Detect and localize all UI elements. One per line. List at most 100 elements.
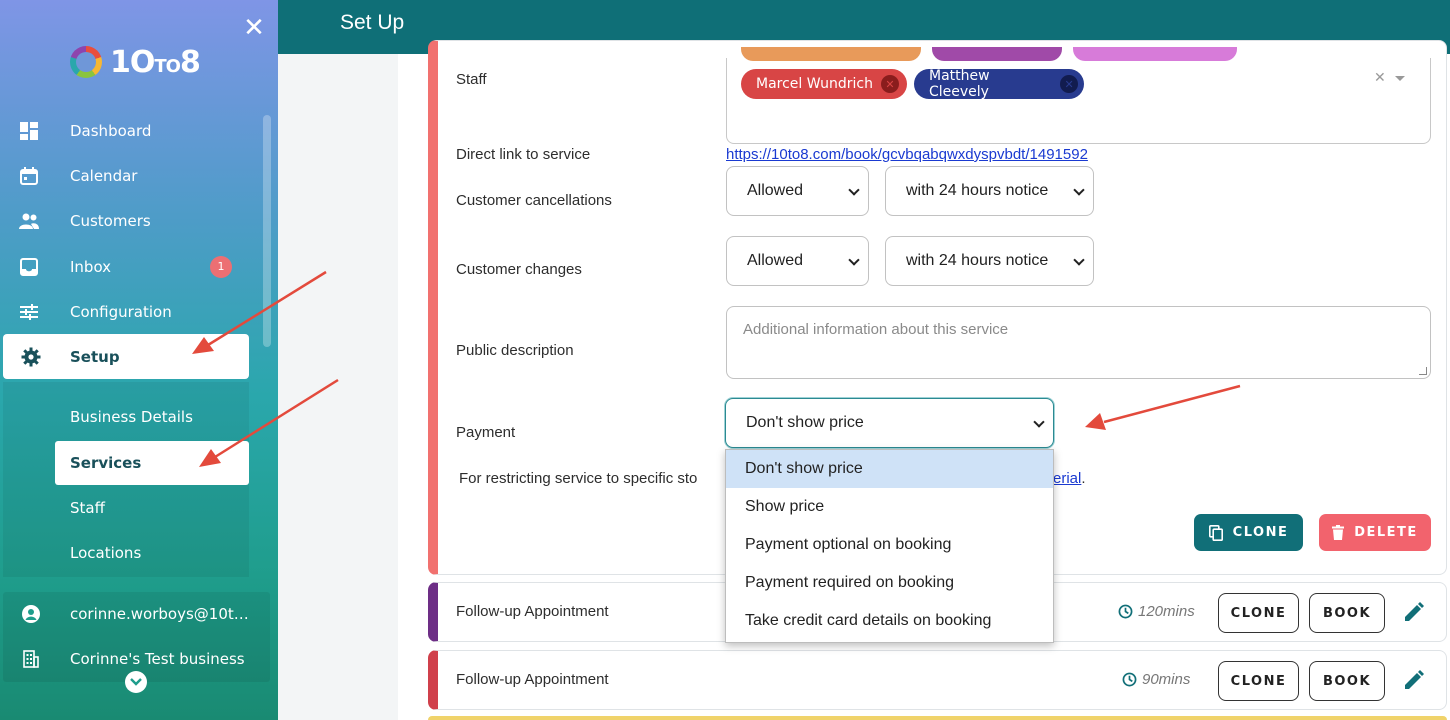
service-name: Follow-up Appointment [456, 671, 609, 688]
payment-option[interactable]: Show price [726, 488, 1053, 526]
sidebar-item-calendar[interactable]: Calendar [0, 153, 262, 198]
payment-select[interactable]: Don't show price [725, 398, 1054, 448]
inbox-icon [0, 257, 70, 276]
chevron-down-icon [848, 254, 860, 266]
sidebar-item-dashboard[interactable]: Dashboard [0, 108, 262, 153]
clone-label: CLONE [1232, 525, 1289, 540]
direct-link-label: Direct link to service [456, 146, 591, 163]
changes-notice-select[interactable]: with 24 hours notice [885, 236, 1094, 286]
remove-chip-icon[interactable]: ✕ [1060, 75, 1078, 93]
sliders-icon [0, 303, 70, 321]
copy-icon [1208, 524, 1223, 541]
next-service-row-edge [428, 716, 1447, 720]
submenu-item-services[interactable]: Services [55, 441, 249, 485]
expand-user-menu-button[interactable] [125, 671, 147, 693]
inbox-count-badge: 1 [210, 255, 232, 278]
cancellations-allowed-select[interactable]: Allowed [726, 166, 869, 216]
service-name: Follow-up Appointment [456, 603, 609, 620]
service-duration: 90mins [1122, 671, 1190, 688]
clear-all-icon[interactable]: ✕ [1374, 70, 1386, 86]
textarea-placeholder: Additional information about this servic… [743, 321, 1009, 338]
sidebar-item-label: Configuration [70, 302, 172, 321]
pencil-icon[interactable] [1402, 600, 1426, 628]
sidebar-item-customers[interactable]: Customers [0, 198, 262, 243]
sidebar-scrollbar[interactable] [263, 115, 271, 347]
sidebar-item-label: Customers [70, 211, 151, 230]
cancellations-label: Customer cancellations [456, 192, 612, 209]
restrict-help-link: erial. [1053, 470, 1086, 487]
pencil-icon[interactable] [1402, 668, 1426, 696]
restrict-period: . [1081, 470, 1086, 487]
submenu-item-locations[interactable]: Locations [70, 531, 141, 575]
delete-label: DELETE [1354, 525, 1418, 540]
cancellations-notice-select[interactable]: with 24 hours notice [885, 166, 1094, 216]
service-clone-button[interactable]: CLONE [1218, 661, 1299, 701]
changes-allowed-select[interactable]: Allowed [726, 236, 869, 286]
staff-chip-marcel: Marcel Wundrich ✕ [741, 69, 907, 99]
duration-text: 120mins [1138, 603, 1195, 620]
sidebar-item-label: Dashboard [70, 121, 152, 140]
payment-dropdown-list: Don't show price Show price Payment opti… [725, 449, 1054, 643]
close-sidebar-button[interactable]: ✕ [240, 14, 268, 42]
direct-link[interactable]: https://10to8.com/book/gcvbqabqwxdyspvbd… [726, 146, 1088, 163]
chevron-down-icon [1033, 416, 1045, 428]
remove-chip-icon[interactable]: ✕ [880, 75, 899, 93]
public-description-textarea[interactable]: Additional information about this servic… [726, 306, 1431, 379]
sidebar-item-configuration[interactable]: Configuration [0, 289, 262, 334]
dashboard-icon [0, 121, 70, 140]
submenu-item-business-details[interactable]: Business Details [70, 395, 193, 439]
calendar-icon [0, 166, 70, 185]
clock-icon [1122, 672, 1137, 687]
clone-button[interactable]: CLONE [1194, 514, 1303, 551]
select-value: Allowed [747, 252, 804, 269]
payment-label: Payment [456, 424, 516, 441]
trash-icon [1332, 525, 1345, 540]
sidebar-item-inbox[interactable]: Inbox 1 [0, 244, 262, 289]
changes-label: Customer changes [456, 261, 582, 278]
chevron-down-icon [1073, 254, 1085, 266]
customers-icon [0, 213, 70, 229]
logo-text: 1OTO8 [110, 44, 201, 80]
user-email: corinne.worboys@10to8.com [70, 605, 255, 623]
chevron-down-icon [130, 678, 142, 686]
sidebar-item-setup[interactable]: Setup [3, 334, 249, 379]
staff-chip-label: Marcel Wundrich [756, 76, 873, 92]
duration-text: 90mins [1142, 671, 1191, 688]
select-value: Don't show price [746, 414, 864, 431]
sidebar: ✕ 1OTO8 Dashboard Calendar Customers Inb… [0, 0, 278, 720]
public-description-label: Public description [456, 342, 574, 359]
resize-handle-icon[interactable] [1419, 367, 1427, 375]
chevron-down-icon [848, 184, 860, 196]
payment-option[interactable]: Take credit card details on booking [726, 602, 1053, 640]
business-name: Corinne's Test business [70, 650, 245, 668]
chevron-down-icon [1073, 184, 1085, 196]
select-value: with 24 hours notice [906, 182, 1049, 199]
payment-option[interactable]: Payment required on booking [726, 564, 1053, 602]
staff-label: Staff [456, 71, 487, 88]
sidebar-item-label: Inbox [70, 257, 112, 276]
caret-down-icon[interactable] [1395, 76, 1405, 81]
staff-chip-matthew: Matthew Cleevely ✕ [914, 68, 1084, 100]
service-book-button[interactable]: BOOK [1309, 593, 1385, 633]
logo: 1OTO8 [70, 42, 201, 82]
sidebar-item-label: Setup [70, 347, 120, 366]
tutorial-link[interactable]: erial [1053, 470, 1081, 487]
sidebar-item-label: Calendar [70, 166, 138, 185]
user-account-row[interactable]: corinne.worboys@10to8.com [3, 592, 270, 636]
select-value: with 24 hours notice [906, 252, 1049, 269]
select-value: Allowed [747, 182, 804, 199]
restrict-help-text: For restricting service to specific sto [459, 470, 698, 487]
service-duration: 120mins [1118, 603, 1195, 620]
service-book-button[interactable]: BOOK [1309, 661, 1385, 701]
building-icon [3, 650, 70, 668]
clock-icon [1118, 604, 1133, 619]
submenu-item-staff[interactable]: Staff [70, 486, 105, 530]
service-clone-button[interactable]: CLONE [1218, 593, 1299, 633]
user-avatar-icon [3, 605, 70, 623]
logo-ring-icon [70, 46, 102, 78]
payment-option[interactable]: Don't show price [726, 450, 1053, 488]
gear-icon [3, 347, 70, 367]
staff-chip-label: Matthew Cleevely [929, 68, 990, 100]
payment-option[interactable]: Payment optional on booking [726, 526, 1053, 564]
delete-button[interactable]: DELETE [1319, 514, 1431, 551]
